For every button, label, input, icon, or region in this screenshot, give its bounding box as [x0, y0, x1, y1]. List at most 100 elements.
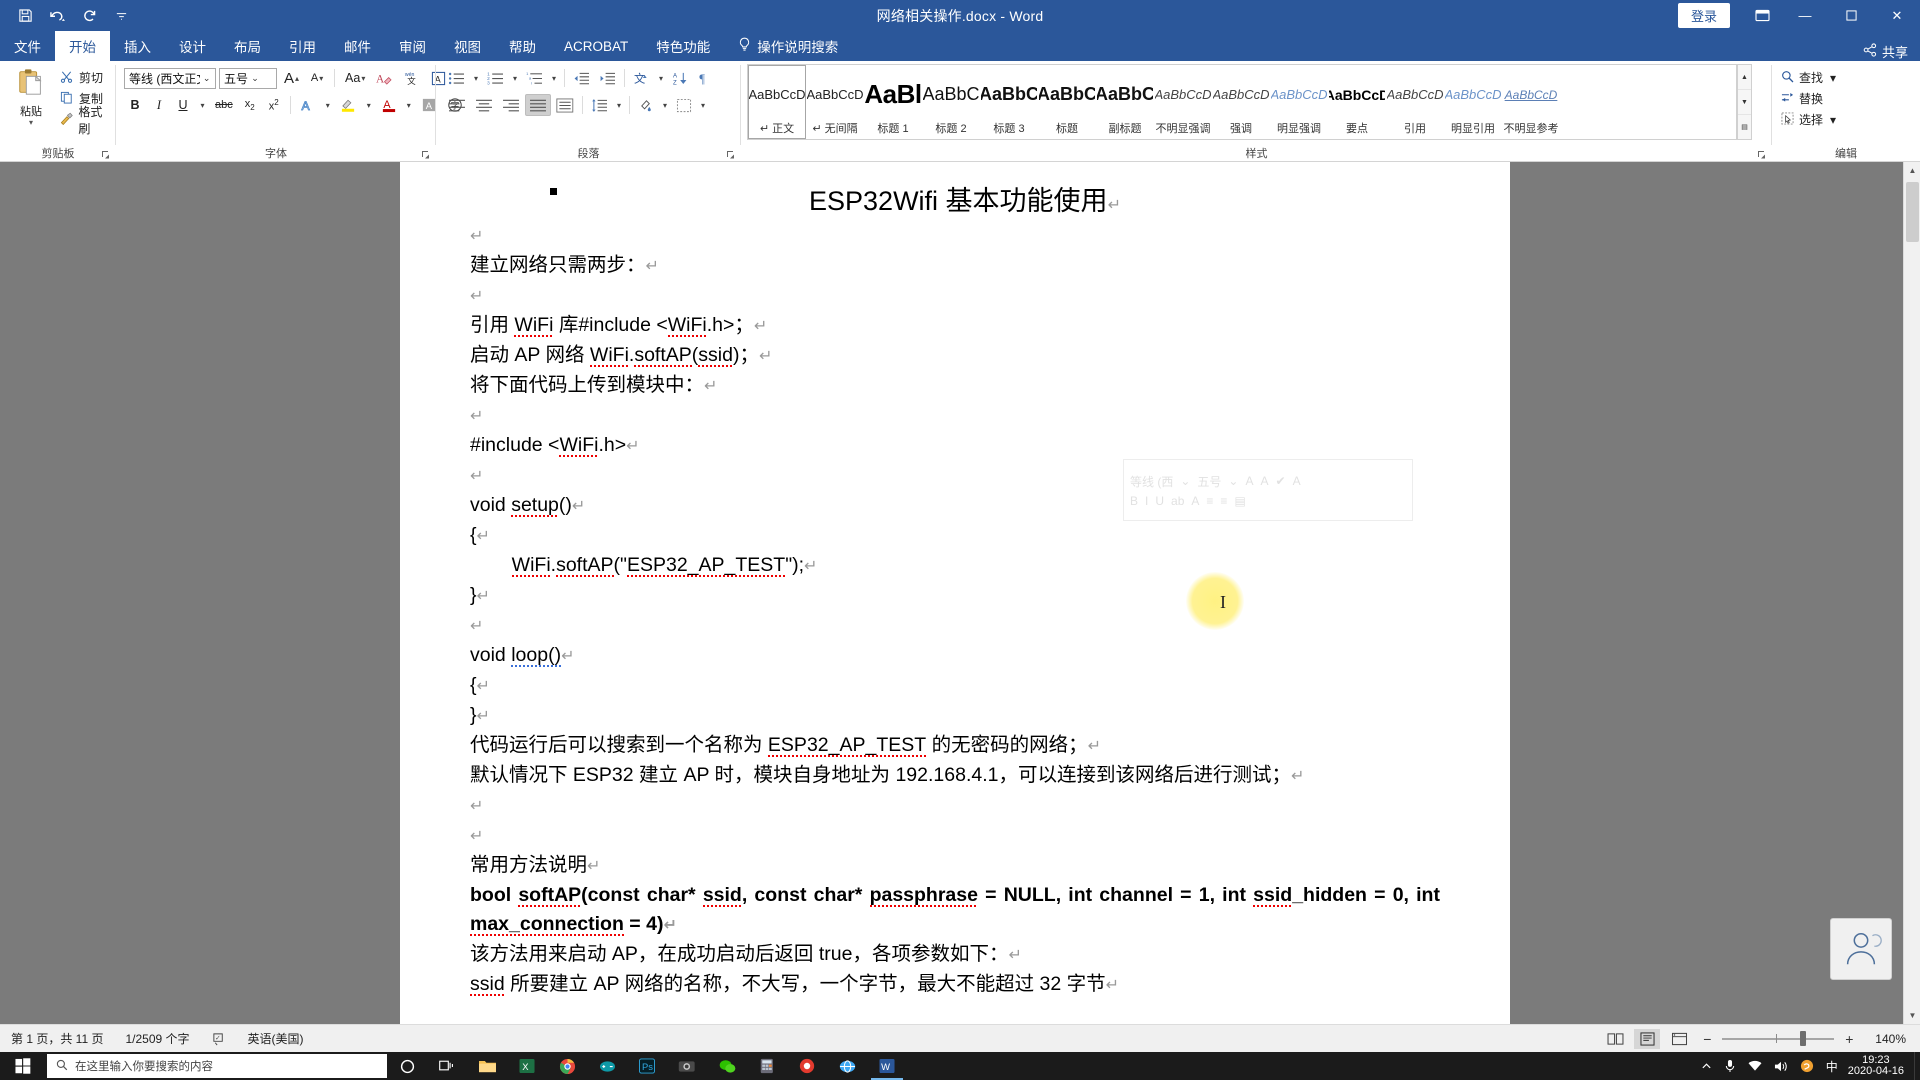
recorder-icon[interactable]: [787, 1052, 827, 1080]
borders-caret-icon[interactable]: ▾: [697, 94, 709, 116]
multilevel-caret-icon[interactable]: ▾: [548, 67, 560, 89]
document-paragraph[interactable]: #include <WiFi.h>↵: [470, 431, 1440, 461]
styles-gallery[interactable]: AaBbCcD ↵ 正文 AaBbCcD ↵ 无间隔 AaBl 标题 1 AaBbC 标题 2…: [747, 64, 1737, 140]
calculator-icon[interactable]: [747, 1052, 787, 1080]
text-highlight-color-button[interactable]: [336, 94, 361, 116]
text-effects-button[interactable]: A: [296, 94, 320, 116]
browser-icon[interactable]: [827, 1052, 867, 1080]
document-paragraph[interactable]: ↵: [470, 281, 1440, 311]
document-paragraph[interactable]: 建立网络只需两步：↵: [470, 251, 1440, 281]
clear-formatting-button[interactable]: A: [372, 67, 396, 89]
styles-scroll-controls[interactable]: ▲ ▼ ▤: [1737, 64, 1752, 140]
zoom-in-button[interactable]: +: [1840, 1031, 1858, 1047]
sogou-icon[interactable]: [1794, 1059, 1820, 1073]
chevron-down-icon[interactable]: ⌄: [200, 73, 213, 84]
strikethrough-button[interactable]: abc: [211, 94, 237, 116]
sort-button[interactable]: AZ: [668, 67, 692, 89]
zoom-slider-knob[interactable]: [1800, 1030, 1807, 1046]
document-page[interactable]: ESP32Wifi 基本功能使用↵ ↵ 建立网络只需两步：↵ ↵ 引用 WiFi 库#…: [400, 162, 1510, 1024]
tab-insert[interactable]: 插入: [110, 31, 165, 61]
bold-button[interactable]: B: [124, 94, 146, 116]
network-icon[interactable]: [1742, 1060, 1768, 1072]
document-paragraph[interactable]: 引用 WiFi 库#include <WiFi.h>；↵: [470, 311, 1440, 341]
superscript-button[interactable]: x2: [263, 94, 285, 116]
maximize-button[interactable]: [1828, 0, 1874, 31]
tab-layout[interactable]: 布局: [220, 31, 275, 61]
wechat-icon[interactable]: [707, 1052, 747, 1080]
style-item-0[interactable]: AaBbCcD ↵ 正文: [748, 65, 806, 139]
scrollbar-thumb[interactable]: [1906, 182, 1919, 242]
asian-layout-button[interactable]: 文: [629, 67, 654, 89]
phonetic-guide-button[interactable]: wén 文: [399, 67, 424, 89]
camera-icon[interactable]: [667, 1052, 707, 1080]
document-paragraph[interactable]: 启动 AP 网络 WiFi.softAP(ssid)；↵: [470, 341, 1440, 371]
sign-in-button[interactable]: 登录: [1677, 3, 1730, 28]
chevron-down-icon[interactable]: ⌄: [248, 73, 262, 84]
align-center-button[interactable]: [471, 94, 497, 116]
style-item-6[interactable]: AaBbC 副标题: [1096, 65, 1154, 139]
tab-references[interactable]: 引用: [275, 31, 330, 61]
taskbar-search-box[interactable]: 在这里输入你要搜索的内容: [47, 1054, 387, 1078]
document-paragraph[interactable]: ↵: [470, 221, 1440, 251]
styles-dialog-launcher[interactable]: [1757, 150, 1768, 161]
paste-button[interactable]: 粘贴 ▾: [8, 67, 54, 127]
document-paragraph[interactable]: }↵: [470, 581, 1440, 611]
task-view-icon[interactable]: [427, 1052, 467, 1080]
word-icon[interactable]: W: [867, 1052, 907, 1080]
file-explorer-icon[interactable]: [467, 1052, 507, 1080]
share-button[interactable]: 共享: [1863, 42, 1908, 61]
shading-caret-icon[interactable]: ▾: [659, 94, 671, 116]
change-case-button[interactable]: Aa ▾: [341, 67, 369, 89]
document-paragraph[interactable]: {↵: [470, 671, 1440, 701]
style-item-5[interactable]: AaBbC 标题: [1038, 65, 1096, 139]
clipboard-dialog-launcher[interactable]: [101, 150, 112, 161]
tab-mailings[interactable]: 邮件: [330, 31, 385, 61]
underline-button[interactable]: U: [172, 94, 194, 116]
underline-dropdown-caret-icon[interactable]: ▾: [196, 94, 209, 116]
text-effects-caret-icon[interactable]: ▾: [322, 94, 334, 116]
document-paragraph[interactable]: bool softAP(const char* ssid, const char…: [470, 881, 1440, 940]
line-spacing-caret-icon[interactable]: ▾: [613, 94, 625, 116]
styles-scroll-up-icon[interactable]: ▲: [1738, 65, 1751, 90]
zoom-out-button[interactable]: −: [1698, 1031, 1716, 1047]
shrink-font-button[interactable]: A ▾: [306, 67, 328, 89]
document-paragraph[interactable]: WiFi.softAP("ESP32_AP_TEST");↵: [470, 551, 1440, 581]
document-paragraph[interactable]: }↵: [470, 701, 1440, 731]
document-paragraph[interactable]: ↵: [470, 791, 1440, 821]
tab-file[interactable]: 文件: [0, 31, 55, 61]
document-body[interactable]: ESP32Wifi 基本功能使用↵ ↵ 建立网络只需两步：↵ ↵ 引用 WiFi 库#…: [400, 162, 1510, 1000]
styles-scroll-down-icon[interactable]: ▼: [1738, 90, 1751, 115]
style-item-2[interactable]: AaBl 标题 1: [864, 65, 922, 139]
document-paragraph[interactable]: ssid 所要建立 AP 网络的名称，不大写，一个字节，最大不能超过 32 字节…: [470, 970, 1440, 1000]
document-paragraph[interactable]: void setup()↵: [470, 491, 1440, 521]
justify-button[interactable]: [525, 94, 551, 116]
photoshop-icon[interactable]: Ps: [627, 1052, 667, 1080]
highlight-caret-icon[interactable]: ▾: [363, 94, 375, 116]
ribbon-display-options-icon[interactable]: [1742, 0, 1782, 31]
web-layout-button[interactable]: [1666, 1029, 1692, 1049]
format-painter-button[interactable]: 格式刷: [56, 105, 116, 136]
vertical-scrollbar[interactable]: ▲ ▼: [1903, 162, 1920, 1024]
start-button[interactable]: [0, 1052, 46, 1080]
document-paragraph[interactable]: ↵: [470, 611, 1440, 641]
minimize-button[interactable]: —: [1782, 0, 1828, 31]
scroll-up-icon[interactable]: ▲: [1904, 162, 1920, 179]
show-formatting-marks-button[interactable]: ¶: [693, 67, 716, 89]
language-indicator[interactable]: 英语(美国): [237, 1030, 315, 1047]
replace-button[interactable]: 替换: [1778, 88, 1839, 109]
tab-help[interactable]: 帮助: [495, 31, 550, 61]
select-caret-icon[interactable]: ▾: [1830, 113, 1836, 127]
arduino-icon[interactable]: [587, 1052, 627, 1080]
style-item-1[interactable]: AaBbCcD ↵ 无间隔: [806, 65, 864, 139]
tab-special-features[interactable]: 特色功能: [642, 31, 724, 61]
tab-view[interactable]: 视图: [440, 31, 495, 61]
tray-expand-icon[interactable]: [1695, 1061, 1718, 1072]
font-name-combobox[interactable]: 等线 (西文正文 ⌄: [124, 67, 216, 89]
bullets-caret-icon[interactable]: ▾: [470, 67, 482, 89]
proofing-status-icon[interactable]: ✓: [201, 1032, 237, 1046]
grow-font-button[interactable]: A ▴: [280, 67, 303, 89]
document-paragraph[interactable]: void loop()↵: [470, 641, 1440, 671]
style-item-11[interactable]: AaBbCcD 引用: [1386, 65, 1444, 139]
cortana-icon[interactable]: [387, 1052, 427, 1080]
numbering-button[interactable]: 123: [483, 67, 508, 89]
